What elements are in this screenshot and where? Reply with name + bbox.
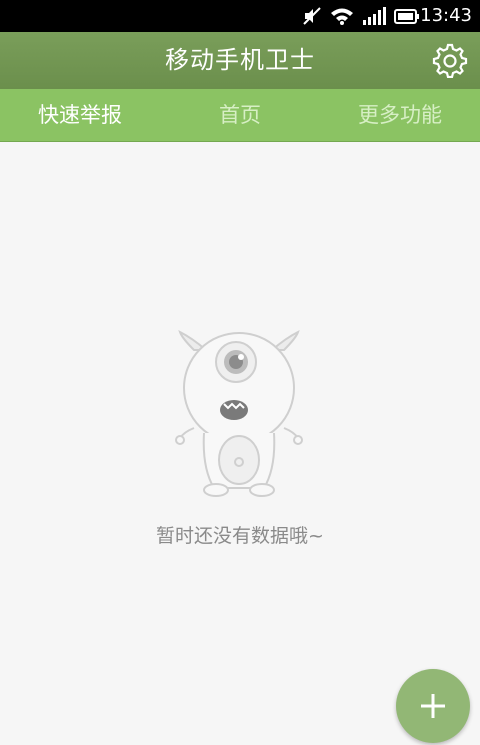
status-bar: 13:43 bbox=[0, 0, 480, 32]
empty-state-monster-icon bbox=[174, 328, 304, 500]
tab-quick-report[interactable]: 快速举报 bbox=[0, 89, 160, 141]
tab-bar: 快速举报 首页 更多功能 bbox=[0, 89, 480, 142]
status-icons bbox=[302, 6, 420, 26]
app-bar: 移动手机卫士 bbox=[0, 32, 480, 89]
tab-home[interactable]: 首页 bbox=[160, 89, 320, 141]
status-time: 13:43 bbox=[420, 5, 472, 26]
mute-icon bbox=[302, 6, 322, 26]
settings-button[interactable] bbox=[432, 42, 468, 79]
wifi-icon bbox=[330, 6, 354, 26]
plus-icon bbox=[421, 694, 445, 718]
tab-more-features[interactable]: 更多功能 bbox=[320, 89, 480, 141]
empty-state-message: 暂时还没有数据哦~ bbox=[156, 525, 324, 547]
battery-icon bbox=[394, 6, 420, 26]
app-title: 移动手机卫士 bbox=[165, 46, 315, 74]
add-button[interactable] bbox=[396, 669, 470, 743]
gear-icon bbox=[432, 43, 468, 79]
content-area: 暂时还没有数据哦~ bbox=[0, 142, 480, 745]
signal-icon bbox=[362, 6, 386, 26]
